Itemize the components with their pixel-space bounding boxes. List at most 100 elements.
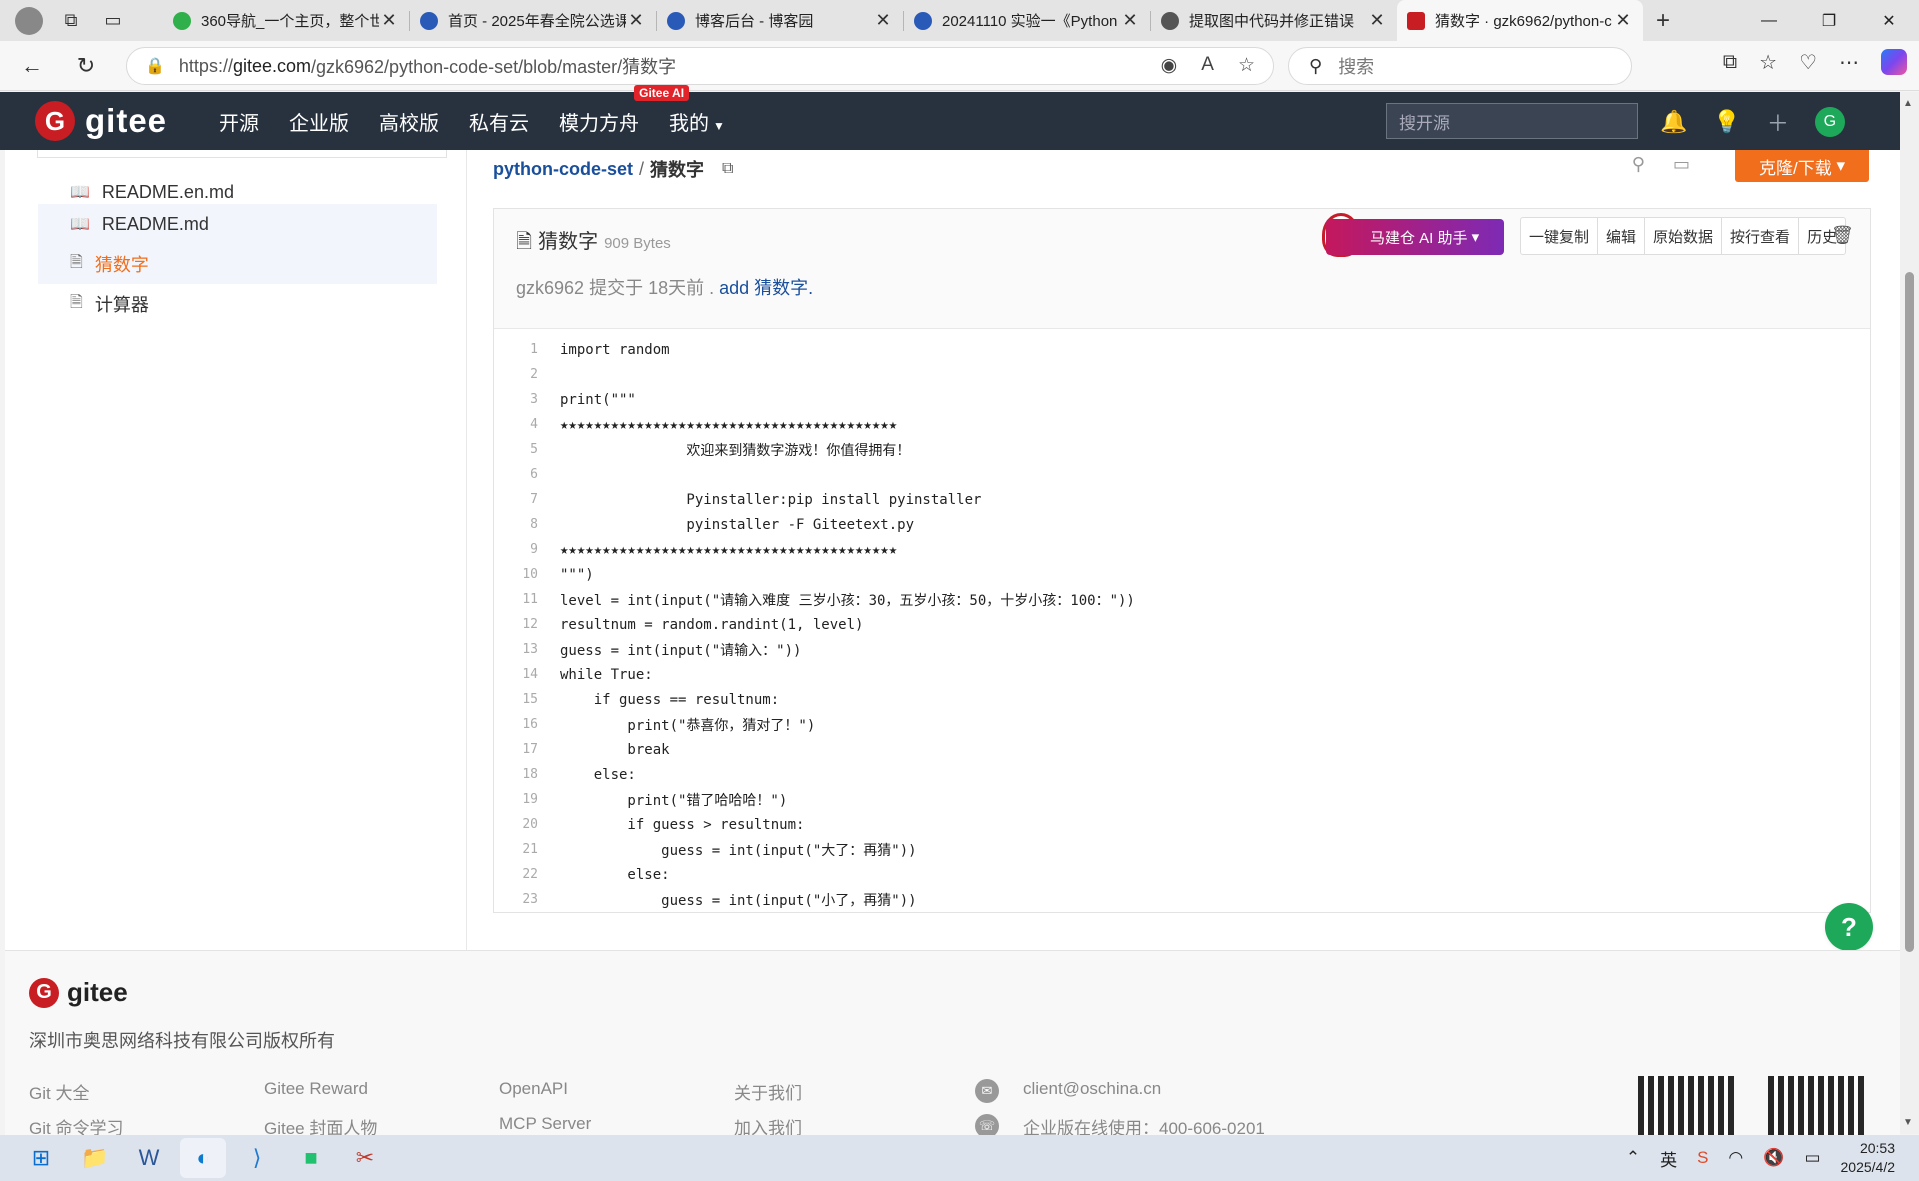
line-number[interactable]: 7 <box>494 492 538 507</box>
lightbulb-icon[interactable]: 💡 <box>1713 109 1740 135</box>
tab-close-icon[interactable]: ✕ <box>626 10 646 31</box>
clock[interactable]: 20:53 2025/4/2 <box>1841 1139 1896 1177</box>
word-icon[interactable]: W <box>126 1138 172 1178</box>
new-tab-button[interactable]: + <box>1643 7 1683 35</box>
browser-tab-0[interactable]: 360导航_一个主页，整个世 ✕ <box>163 0 409 41</box>
raw-button[interactable]: 原始数据 <box>1645 218 1723 254</box>
copy-path-icon[interactable]: ⧉ <box>722 160 733 178</box>
read-aloud-icon[interactable]: A <box>1201 54 1214 77</box>
clone-download-button[interactable]: 克隆/下载 ▾ <box>1735 150 1869 182</box>
user-avatar[interactable]: G <box>1814 107 1845 137</box>
favorite-star-icon[interactable]: ☆ <box>1238 54 1255 77</box>
line-number[interactable]: 1 <box>494 342 538 357</box>
tab-close-icon[interactable]: ✕ <box>379 10 399 31</box>
battery-icon[interactable]: ▭ <box>1804 1148 1820 1168</box>
breadcrumb-repo-link[interactable]: python-code-set <box>493 159 633 180</box>
edge-icon[interactable]: ◐ <box>180 1138 226 1178</box>
browser-tab-3[interactable]: 20241110 实验一《Python ✕ <box>904 0 1150 41</box>
line-number[interactable]: 9 <box>494 542 538 557</box>
footer-link-mcp-server[interactable]: MCP Server <box>499 1114 591 1134</box>
line-number[interactable]: 8 <box>494 517 538 532</box>
sogou-ime-icon[interactable]: S <box>1697 1148 1708 1168</box>
sidebar-item-readme[interactable]: 📖 README.md <box>38 204 437 244</box>
browser-essentials-icon[interactable]: ♡ <box>1799 50 1817 75</box>
line-number[interactable]: 15 <box>494 692 538 707</box>
line-number[interactable]: 6 <box>494 467 538 482</box>
file-explorer-icon[interactable]: 📁 <box>72 1138 118 1178</box>
help-button[interactable]: ? <box>1825 903 1873 951</box>
browser-tab-2[interactable]: 博客后台 - 博客园 ✕ <box>657 0 903 41</box>
plus-icon[interactable]: ＋ <box>1767 106 1789 138</box>
line-number[interactable]: 4 <box>494 417 538 432</box>
line-number[interactable]: 2 <box>494 367 538 382</box>
line-number[interactable]: 20 <box>494 817 538 832</box>
sidebar-item-guess-number[interactable]: 🗎 猜数字 <box>38 244 437 284</box>
minimize-icon[interactable]: — <box>1739 0 1799 41</box>
gitee-search-input[interactable]: 搜开源 <box>1386 103 1638 139</box>
maximize-icon[interactable]: ❐ <box>1799 0 1859 41</box>
tab-close-icon[interactable]: ✕ <box>873 10 893 31</box>
extensions-icon[interactable]: ⧉ <box>1723 51 1737 74</box>
tab-actions-icon[interactable]: ▭ <box>94 5 132 37</box>
back-button[interactable]: ← <box>10 46 54 86</box>
profile-avatar[interactable] <box>10 5 48 37</box>
copy-all-button[interactable]: 一键复制 <box>1521 218 1599 254</box>
sidebar-item-calculator[interactable]: 🗎 计算器 <box>38 284 437 324</box>
line-number[interactable]: 10 <box>494 567 538 582</box>
more-menu-icon[interactable]: ⋯ <box>1839 50 1859 75</box>
commit-author[interactable]: gzk6962 <box>516 278 584 298</box>
browser-tab-5-active[interactable]: 猜数字 · gzk6962/python-c ✕ <box>1397 0 1643 41</box>
browser-tab-1[interactable]: 首页 - 2025年春全院公选课 ✕ <box>410 0 656 41</box>
app-available-icon[interactable]: ◉ <box>1161 54 1178 77</box>
bell-icon[interactable]: 🔔 <box>1660 109 1687 135</box>
favorites-icon[interactable]: ☆ <box>1759 50 1777 75</box>
scroll-up-icon[interactable]: ▲ <box>1903 98 1913 109</box>
page-scrollbar[interactable]: ▲ ▼ <box>1900 92 1919 1134</box>
close-window-icon[interactable]: ✕ <box>1859 0 1919 41</box>
wifi-icon[interactable]: ◠ <box>1728 1148 1743 1168</box>
refresh-button[interactable]: ↻ <box>64 46 108 86</box>
commit-message-link[interactable]: add 猜数字. <box>719 278 813 298</box>
line-number[interactable]: 21 <box>494 842 538 857</box>
line-number[interactable]: 5 <box>494 442 538 457</box>
footer-link-about[interactable]: 关于我们 <box>734 1079 802 1104</box>
line-number[interactable]: 11 <box>494 592 538 607</box>
nav-moli-fangzhou[interactable]: 模力方舟 Gitee AI <box>559 84 690 136</box>
scrollbar-thumb[interactable] <box>1905 272 1914 952</box>
line-number[interactable]: 23 <box>494 892 538 907</box>
line-number[interactable]: 18 <box>494 767 538 782</box>
scroll-down-icon[interactable]: ▼ <box>1903 1117 1913 1128</box>
blame-button[interactable]: 按行查看 <box>1722 218 1800 254</box>
windows-start-icon[interactable]: ⊞ <box>18 1138 64 1178</box>
footer-link-openapi[interactable]: OpenAPI <box>499 1079 568 1099</box>
nav-private-cloud[interactable]: 私有云 <box>469 107 529 136</box>
gitee-logo[interactable]: G gitee <box>35 101 167 141</box>
line-number[interactable]: 3 <box>494 392 538 407</box>
nav-enterprise[interactable]: 企业版 <box>289 107 349 136</box>
workspaces-icon[interactable]: ⧉ <box>52 5 90 37</box>
search-icon[interactable]: ⚲ <box>1632 154 1645 175</box>
line-number[interactable]: 22 <box>494 867 538 882</box>
monitor-icon[interactable]: ▭ <box>1673 154 1690 175</box>
browser-search-input[interactable]: ⚲ 搜索 <box>1288 47 1632 85</box>
tab-close-icon[interactable]: ✕ <box>1120 10 1140 31</box>
speaker-muted-icon[interactable]: 🔇 <box>1763 1148 1784 1168</box>
nav-mine[interactable]: 我的 ▼ <box>669 107 725 136</box>
nav-open-source[interactable]: 开源 <box>219 107 259 136</box>
copilot-icon[interactable] <box>1881 49 1907 75</box>
footer-link-git-daquan[interactable]: Git 大全 <box>29 1079 89 1104</box>
tab-close-icon[interactable]: ✕ <box>1367 10 1387 31</box>
line-number[interactable]: 12 <box>494 617 538 632</box>
footer-link-reward[interactable]: Gitee Reward <box>264 1079 368 1099</box>
browser-tab-4[interactable]: 提取图中代码并修正错误 ✕ <box>1151 0 1397 41</box>
ime-indicator[interactable]: 英 <box>1660 1146 1677 1171</box>
ai-assistant-button[interactable]: 马建仓 AI 助手 ▾ <box>1326 219 1504 255</box>
vscode-icon[interactable]: ⟩ <box>234 1138 280 1178</box>
tab-close-icon[interactable]: ✕ <box>1613 10 1633 31</box>
snipping-tool-icon[interactable]: ✂ <box>342 1138 388 1178</box>
line-number[interactable]: 17 <box>494 742 538 757</box>
nav-education[interactable]: 高校版 <box>379 107 439 136</box>
line-number[interactable]: 13 <box>494 642 538 657</box>
line-number[interactable]: 14 <box>494 667 538 682</box>
url-field[interactable]: 🔒 https://gitee.com/gzk6962/python-code-… <box>126 47 1274 85</box>
